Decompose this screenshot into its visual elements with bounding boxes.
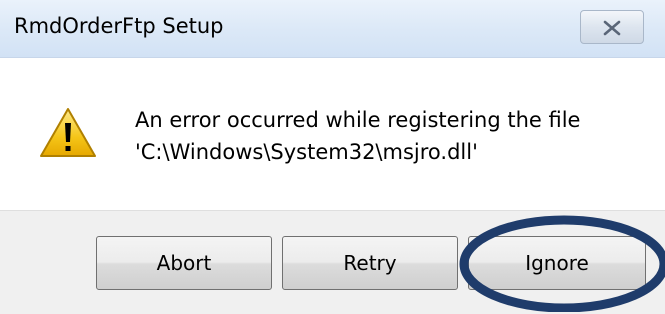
error-message-line1: An error occurred while registering the … <box>135 108 581 132</box>
ignore-button[interactable]: Ignore <box>468 236 646 290</box>
error-message-file-path: 'C:\Windows\System32\msjro.dll' <box>135 140 478 164</box>
window-title: RmdOrderFtp Setup <box>14 14 224 38</box>
setup-error-dialog: RmdOrderFtp Setup An error occurred whil… <box>0 0 665 314</box>
error-message: An error occurred while registering the … <box>135 104 580 168</box>
warning-icon <box>40 108 96 157</box>
close-button[interactable] <box>580 10 644 44</box>
title-bar[interactable]: RmdOrderFtp Setup <box>0 0 665 58</box>
close-icon <box>603 20 621 36</box>
retry-button[interactable]: Retry <box>282 236 458 290</box>
abort-button[interactable]: Abort <box>96 236 272 290</box>
